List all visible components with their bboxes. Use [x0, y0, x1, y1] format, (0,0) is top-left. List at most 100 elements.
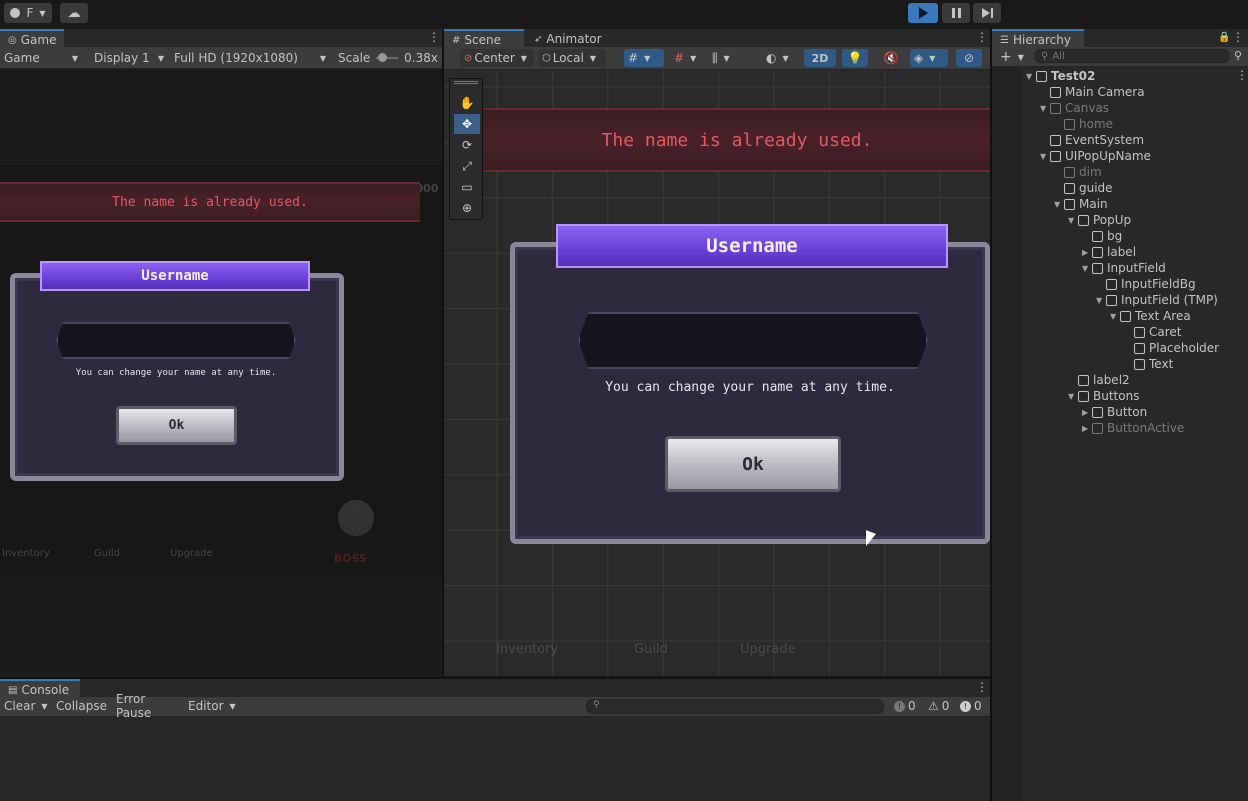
hierarchy-item[interactable]: Text	[1124, 356, 1173, 372]
create-dropdown[interactable]: + ▼	[996, 48, 1026, 66]
hierarchy-item[interactable]: ▶ ButtonActive	[1082, 420, 1184, 436]
lighting-toggle[interactable]: 💡	[842, 49, 868, 67]
tab-game[interactable]: ◎ Game	[0, 29, 64, 49]
username-input[interactable]	[56, 322, 296, 359]
fold-open-icon[interactable]: ▼	[1040, 152, 1050, 161]
cloud-button[interactable]: ☁	[60, 3, 88, 23]
scale-slider[interactable]: Scale 0.38x	[334, 49, 442, 67]
hierarchy-item[interactable]: ▶ Button	[1082, 404, 1147, 420]
audio-toggle[interactable]: 🔇	[880, 49, 902, 67]
tab-console[interactable]: ▤ Console	[0, 679, 80, 699]
hierarchy-item[interactable]: ▶ label	[1082, 244, 1136, 260]
hierarchy-item[interactable]: ▼ UIPopUpName	[1040, 148, 1151, 164]
pause-button[interactable]	[942, 3, 970, 23]
fold-open-icon[interactable]: ▼	[1054, 200, 1064, 209]
lock-icon[interactable]: 🔒	[1218, 32, 1230, 43]
hierarchy-item[interactable]: dim	[1054, 164, 1102, 180]
hierarchy-item[interactable]: Placeholder	[1124, 340, 1219, 356]
console-log-area[interactable]	[0, 717, 990, 801]
fold-closed-icon[interactable]: ▶	[1082, 424, 1092, 433]
grid-snap-toggle[interactable]: # ▼	[624, 49, 664, 67]
play-button[interactable]	[908, 3, 938, 23]
hierarchy-item[interactable]: ▼ InputField (TMP)	[1096, 292, 1218, 308]
scale-tool-icon[interactable]: ⤢	[454, 156, 480, 176]
hierarchy-item[interactable]: ▼ Canvas	[1040, 100, 1109, 116]
hierarchy-item[interactable]: Main Camera	[1040, 84, 1145, 100]
panel-divider[interactable]	[442, 29, 444, 677]
error-filter-toggle[interactable]: ! 0	[956, 697, 988, 715]
shading-mode-dropdown[interactable]: ◐ ▼	[762, 49, 800, 67]
tab-hierarchy[interactable]: ☰ Hierarchy	[992, 29, 1084, 49]
game-view[interactable]: 50,000 The name is already used. Invento…	[0, 165, 442, 577]
hierarchy-item[interactable]: ▼ Buttons	[1068, 388, 1139, 404]
ok-button[interactable]: Ok	[116, 406, 237, 445]
scene-row-menu-icon[interactable]: ⋮	[1236, 69, 1248, 81]
hierarchy-item[interactable]: ▼ InputField	[1082, 260, 1166, 276]
username-input[interactable]	[578, 312, 928, 369]
step-button[interactable]	[973, 3, 1001, 23]
mode-2d-toggle[interactable]: 2D	[804, 49, 836, 67]
fold-open-icon[interactable]: ▼	[1068, 392, 1078, 401]
tab-hierarchy-label: Hierarchy	[1012, 33, 1071, 47]
move-tool-icon[interactable]: ✥	[454, 114, 480, 134]
console-menu-icon[interactable]: ⋮	[976, 681, 988, 693]
tab-scene[interactable]: # Scene	[444, 29, 524, 49]
hierarchy-item[interactable]: ▼ Main	[1054, 196, 1108, 212]
hierarchy-item[interactable]: ▼ Text Area	[1110, 308, 1191, 324]
display-dropdown[interactable]: Display 1 ▼	[90, 49, 168, 67]
fold-open-icon[interactable]: ▼	[1096, 296, 1106, 305]
game-menu-icon[interactable]: ⋮	[428, 31, 440, 43]
fold-closed-icon[interactable]: ▶	[1082, 408, 1092, 417]
effects-dropdown[interactable]: ◈ ▼	[910, 49, 948, 67]
error-banner: The name is already used.	[484, 108, 990, 172]
chevron-down-icon: ▼	[1017, 52, 1024, 62]
hierarchy-item[interactable]: label2	[1068, 372, 1130, 388]
ok-button[interactable]: Ok	[665, 436, 841, 492]
hierarchy-item[interactable]: InputFieldBg	[1096, 276, 1196, 292]
snap-increment-toggle[interactable]: # ▼	[670, 49, 706, 67]
fold-open-icon[interactable]: ▼	[1068, 216, 1078, 225]
hierarchy-item-label: dim	[1079, 165, 1102, 179]
log-filter-toggle[interactable]: ! 0	[890, 697, 920, 715]
scale-thumb[interactable]	[378, 53, 388, 62]
align-toggle[interactable]: ⫼ ▼	[708, 49, 744, 67]
tab-animator[interactable]: ➶ Animator	[526, 29, 616, 49]
scene-view[interactable]: Inventory Guild Upgrade The name is alre…	[444, 70, 990, 676]
error-count: 0	[974, 699, 982, 713]
rect-tool-icon[interactable]: ▭	[454, 177, 480, 197]
scene-search-icon[interactable]: ⚲	[1234, 49, 1242, 62]
hand-tool-icon[interactable]: ✋	[454, 93, 480, 113]
scene-menu-icon[interactable]: ⋮	[976, 31, 988, 43]
hierarchy-item-label: label2	[1093, 373, 1130, 387]
game-mode-dropdown[interactable]: Game ▼	[0, 49, 82, 67]
hierarchy-item[interactable]: ▼ Test02	[1026, 68, 1095, 84]
scale-track[interactable]	[376, 53, 399, 62]
collapse-toggle[interactable]: Collapse	[52, 697, 108, 715]
hierarchy-item[interactable]: bg	[1082, 228, 1122, 244]
console-search-input[interactable]: ⚲	[586, 699, 884, 714]
warning-filter-toggle[interactable]: ⚠ 0	[924, 697, 954, 715]
hierarchy-item[interactable]: guide	[1054, 180, 1113, 196]
fold-open-icon[interactable]: ▼	[1026, 72, 1036, 81]
hierarchy-search-input[interactable]: ⚲ All	[1034, 49, 1230, 63]
visibility-toggle[interactable]: ⊘	[956, 49, 982, 67]
transform-tool-icon[interactable]: ⊕	[454, 198, 480, 218]
error-pause-toggle[interactable]: Error Pause	[112, 692, 182, 720]
hierarchy-item[interactable]: EventSystem	[1040, 132, 1144, 148]
hierarchy-item[interactable]: ▼ PopUp	[1068, 212, 1131, 228]
hierarchy-menu-icon[interactable]: ⋮	[1232, 31, 1244, 43]
space-dropdown[interactable]: ⬡ Local ▼	[538, 49, 606, 67]
fold-open-icon[interactable]: ▼	[1110, 312, 1120, 321]
fold-closed-icon[interactable]: ▶	[1082, 248, 1092, 257]
account-dropdown[interactable]: F ▼	[4, 3, 52, 23]
hierarchy-item[interactable]: home	[1054, 116, 1113, 132]
pivot-dropdown[interactable]: ⊘ Center ▼	[460, 49, 534, 67]
hierarchy-item[interactable]: Caret	[1124, 324, 1182, 340]
overlay-handle[interactable]	[454, 81, 478, 84]
clear-dropdown[interactable]: Clear ▼	[0, 697, 48, 715]
fold-open-icon[interactable]: ▼	[1082, 264, 1092, 273]
editor-dropdown[interactable]: Editor ▼	[184, 697, 236, 715]
rotate-tool-icon[interactable]: ⟳	[454, 135, 480, 155]
fold-open-icon[interactable]: ▼	[1040, 104, 1050, 113]
resolution-dropdown[interactable]: Full HD (1920x1080) ▼	[170, 49, 330, 67]
